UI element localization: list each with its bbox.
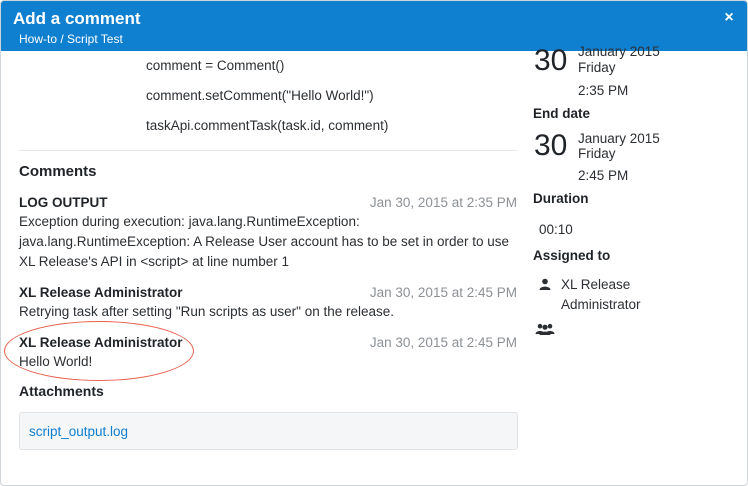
end-date-label: End date	[533, 106, 591, 121]
start-month-year: January 2015	[578, 44, 660, 59]
script-line: comment = Comment()	[146, 58, 285, 73]
assigned-to-label: Assigned to	[533, 248, 611, 263]
comment-date: Jan 30, 2015 at 2:45 PM	[369, 335, 517, 350]
highlight-annotation	[4, 321, 194, 381]
duration-label: Duration	[533, 191, 589, 206]
section-divider	[19, 150, 517, 151]
assigned-user-name-cont: Administrator	[561, 297, 641, 312]
dialog-breadcrumb: How-to / Script Test	[19, 32, 123, 46]
close-icon[interactable]: ×	[721, 10, 737, 26]
comment-author: LOG OUTPUT	[19, 195, 108, 210]
start-weekday: Friday	[578, 60, 616, 75]
start-time: 2:35 PM	[578, 83, 629, 98]
comment-date: Jan 30, 2015 at 2:45 PM	[369, 285, 517, 300]
assigned-user-name: XL Release	[561, 277, 631, 292]
comment-text: XL Release's API in <script> at line num…	[19, 254, 289, 269]
attachments-heading: Attachments	[19, 383, 104, 399]
start-day: 30	[534, 44, 568, 77]
comment-text: Exception during execution: java.lang.Ru…	[19, 214, 360, 229]
end-time: 2:45 PM	[578, 168, 629, 183]
script-line: taskApi.commentTask(task.id, comment)	[146, 118, 389, 133]
script-line: comment.setComment("Hello World!")	[146, 88, 374, 103]
add-comment-dialog: Add a comment How-to / Script Test × com…	[0, 0, 748, 486]
attachment-link[interactable]: script_output.log	[29, 424, 128, 439]
comment-text: Retrying task after setting "Run scripts…	[19, 304, 395, 319]
duration-value: 00:10	[539, 222, 573, 237]
group-icon[interactable]	[535, 323, 555, 335]
end-weekday: Friday	[578, 146, 616, 161]
comment-date: Jan 30, 2015 at 2:35 PM	[369, 195, 517, 210]
end-day: 30	[534, 129, 568, 162]
comment-text: java.lang.RuntimeException: A Release Us…	[19, 234, 510, 249]
comments-heading: Comments	[19, 163, 97, 180]
attachment-item: script_output.log	[19, 412, 518, 450]
user-icon	[539, 278, 551, 290]
comment-author: XL Release Administrator	[19, 285, 183, 300]
end-month-year: January 2015	[578, 131, 660, 146]
dialog-title: Add a comment	[13, 9, 141, 28]
